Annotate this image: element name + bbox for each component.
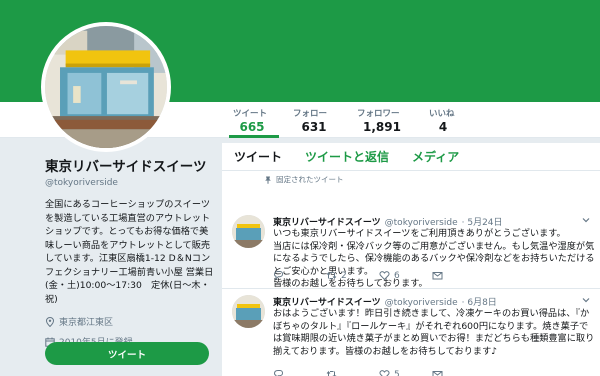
tweet-text: おはようございます！昨日引き続きまして、冷凍ケーキのお買い得品は、『かぼちゃのタ… [273, 308, 595, 357]
profile-stats: ツイート 665 フォロー 631 フォロワー 1,891 いいね 4 [229, 102, 475, 138]
stat-label: いいね [429, 108, 455, 119]
location-text: 東京都江東区 [59, 318, 114, 328]
location-pin-icon [45, 316, 55, 327]
retweet-icon [326, 370, 337, 376]
stat-value: 4 [438, 119, 448, 134]
tweet-author-handle[interactable]: @tokyoriverside [385, 298, 458, 308]
stat-label: ツイート [233, 108, 268, 119]
tweet-avatar[interactable] [232, 215, 265, 248]
retweet-count: 2 [341, 270, 347, 281]
heart-icon [379, 271, 390, 281]
envelope-icon [432, 371, 443, 376]
reply-button[interactable] [273, 369, 326, 376]
tweet-date[interactable]: · 6月8日 [462, 298, 497, 308]
tweet-date-text: 5月24日 [467, 218, 503, 228]
timeline-tabs: ツイート ツイートと返信 メディア [222, 143, 600, 171]
pin-icon [265, 176, 271, 184]
tweet-actions: 2 6 [273, 270, 485, 281]
like-count: 5 [394, 369, 400, 376]
envelope-icon [432, 272, 443, 280]
stat-value: 631 [301, 119, 327, 134]
tweet-actions: 5 [273, 369, 485, 376]
pinned-indicator: 固定されたツイート [264, 174, 344, 185]
stat-value: 665 [239, 119, 265, 134]
reply-button[interactable] [273, 270, 326, 281]
retweet-button[interactable] [326, 369, 379, 376]
reply-icon [273, 271, 284, 281]
timeline: ツイート ツイートと返信 メディア 固定されたツイート 東京リバーサイドスイーツ… [222, 143, 600, 376]
profile-avatar[interactable] [41, 22, 171, 152]
chevron-down-icon[interactable] [581, 215, 591, 225]
tab-tweets-and-replies[interactable]: ツイートと返信 [305, 148, 389, 165]
profile-card: 東京リバーサイドスイーツ @tokyoriverside 全国にあるコーヒーショ… [45, 155, 215, 348]
tweet-date-text: 6月8日 [467, 298, 497, 308]
tweet-author-handle[interactable]: @tokyoriverside [385, 218, 458, 228]
retweet-icon [326, 271, 337, 280]
tweet-header: 東京リバーサイドスイーツ @tokyoriverside · 6月8日 [273, 295, 497, 308]
direct-message-button[interactable] [432, 369, 485, 376]
like-button[interactable]: 6 [379, 270, 432, 281]
tweet-header: 東京リバーサイドスイーツ @tokyoriverside · 5月24日 [273, 215, 503, 228]
retweet-button[interactable]: 2 [326, 270, 379, 281]
like-count: 6 [394, 270, 400, 281]
tab-tweets[interactable]: ツイート [234, 148, 282, 165]
profile-location: 東京都江東区 [45, 315, 215, 328]
stat-value: 1,891 [363, 119, 401, 134]
tweet-author-name[interactable]: 東京リバーサイドスイーツ [273, 218, 381, 228]
stat-tweets[interactable]: ツイート 665 [229, 102, 279, 138]
stat-label: フォロー [293, 108, 328, 119]
tweet-item[interactable]: 東京リバーサイドスイーツ @tokyoriverside · 6月8日 おはようござ… [222, 289, 600, 376]
profile-handle[interactable]: @tokyoriverside [45, 178, 215, 188]
profile-name[interactable]: 東京リバーサイドスイーツ [45, 155, 215, 175]
tweet-avatar[interactable] [232, 295, 265, 328]
tab-media[interactable]: メディア [412, 148, 459, 165]
heart-icon [379, 370, 390, 376]
like-button[interactable]: 5 [379, 369, 432, 376]
storefront-thumbnail [232, 295, 265, 328]
storefront-thumbnail [232, 215, 265, 248]
stat-label: フォロワー [357, 108, 400, 119]
storefront-photo [45, 26, 167, 148]
tweet-item[interactable]: 固定されたツイート 東京リバーサイドスイーツ @tokyoriverside · 5… [222, 171, 600, 289]
chevron-down-icon[interactable] [581, 295, 591, 305]
profile-bio: 全国にあるコーヒーショップのスイーツを製造している工場直営のアウトレットショップ… [45, 199, 214, 305]
compose-tweet-button[interactable]: ツイート [45, 342, 209, 365]
stat-likes[interactable]: いいね 4 [425, 102, 465, 138]
direct-message-button[interactable] [432, 270, 485, 281]
tweet-text: いつも東京リバーサイドスイーツをご利用頂きありがとうございます。 当店には保冷剤… [273, 228, 595, 289]
stat-followers[interactable]: フォロワー 1,891 [353, 102, 415, 138]
stat-following[interactable]: フォロー 631 [289, 102, 343, 138]
tweet-date[interactable]: · 5月24日 [462, 218, 503, 228]
tweet-author-name[interactable]: 東京リバーサイドスイーツ [273, 298, 381, 308]
pinned-label: 固定されたツイート [276, 175, 344, 184]
reply-icon [273, 370, 284, 376]
